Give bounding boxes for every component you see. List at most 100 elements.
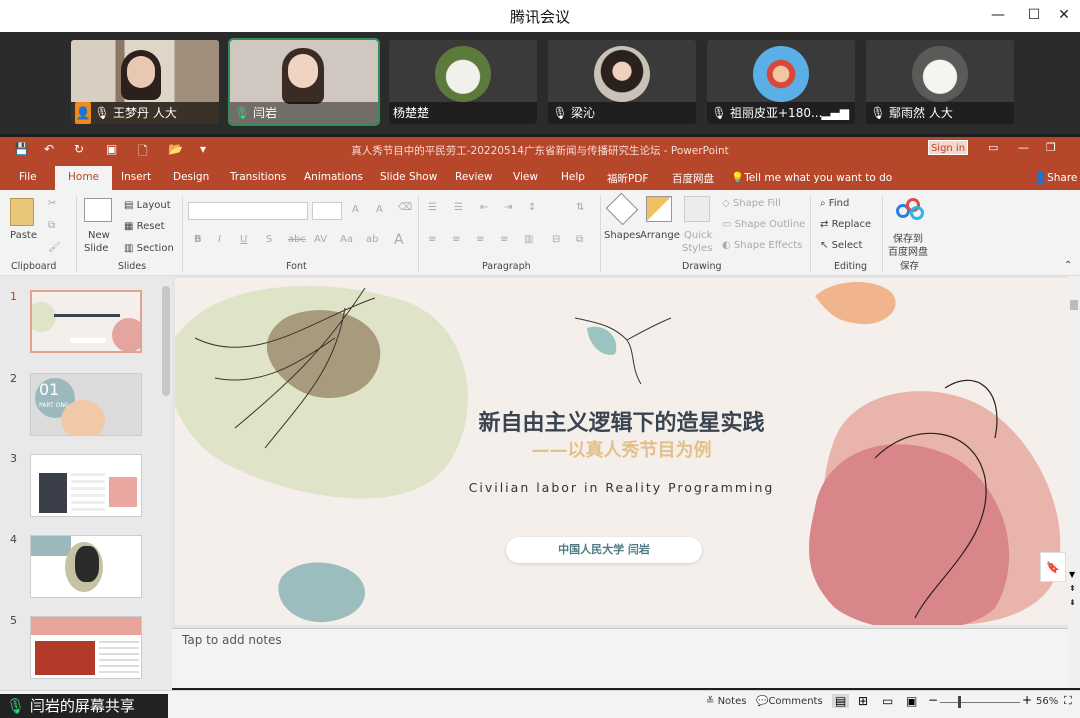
tab-foxit-pdf[interactable]: 福昕PDF bbox=[607, 171, 648, 186]
participant-tile[interactable]: 杨楚楚 bbox=[389, 40, 537, 124]
bold-icon[interactable]: B bbox=[194, 234, 202, 245]
increase-font-icon[interactable]: A bbox=[352, 204, 359, 215]
fit-to-window-icon[interactable]: ⛶ bbox=[1064, 694, 1072, 708]
decrease-indent-icon[interactable]: ⇤ bbox=[480, 202, 488, 213]
maximize-button[interactable]: ☐ bbox=[1022, 4, 1046, 26]
shadow-icon[interactable]: S bbox=[266, 234, 272, 245]
slide-thumbnail-5[interactable] bbox=[30, 616, 142, 679]
tab-baidu-netdisk[interactable]: 百度网盘 bbox=[672, 171, 714, 186]
thumbnails-scrollbar[interactable] bbox=[160, 276, 172, 690]
participant-tile[interactable]: 🎙 闫岩 bbox=[228, 38, 380, 126]
participant-tile[interactable]: 🎙 梁沁 bbox=[548, 40, 696, 124]
font-color-icon[interactable]: A bbox=[394, 232, 404, 248]
tab-review[interactable]: Review bbox=[455, 171, 492, 183]
underline-icon[interactable]: U bbox=[240, 234, 247, 245]
reset-button[interactable]: ▦ Reset bbox=[124, 221, 165, 232]
copy-icon[interactable]: ⧉ bbox=[48, 220, 55, 231]
tab-view[interactable]: View bbox=[513, 171, 538, 183]
normal-view-icon[interactable]: ▤ bbox=[832, 694, 850, 708]
align-center-icon[interactable]: ≡ bbox=[452, 234, 460, 245]
paste-icon[interactable] bbox=[10, 198, 34, 226]
new-slide-button[interactable]: New bbox=[88, 230, 110, 241]
text-direction-icon[interactable]: ⇅ bbox=[576, 202, 584, 213]
font-name-input[interactable] bbox=[188, 202, 308, 220]
arrange-button[interactable]: Arrange bbox=[640, 230, 680, 241]
zoom-slider[interactable] bbox=[940, 702, 1020, 703]
layout-button[interactable]: ▤ Layout bbox=[124, 200, 171, 211]
share-button[interactable]: 👤Share bbox=[1034, 171, 1077, 184]
tab-file[interactable]: File bbox=[19, 171, 37, 183]
prev-slide-icon[interactable]: ⇞ bbox=[1069, 584, 1076, 593]
minimize-button[interactable]: — bbox=[986, 4, 1010, 26]
ppt-restore-icon[interactable]: ❐ bbox=[1046, 141, 1056, 154]
tab-help[interactable]: Help bbox=[561, 171, 585, 183]
quick-styles-icon[interactable] bbox=[684, 196, 710, 222]
notes-pane[interactable]: Tap to add notes bbox=[172, 628, 1068, 688]
slide-thumbnail-3[interactable] bbox=[30, 454, 142, 517]
tab-home[interactable]: Home bbox=[55, 166, 113, 190]
columns-icon[interactable]: ▥ bbox=[524, 234, 533, 245]
shape-effects-button[interactable]: ◐ Shape Effects bbox=[722, 240, 802, 251]
tab-design[interactable]: Design bbox=[173, 171, 209, 183]
participant-tile[interactable]: 👤 🎙 王梦丹 人大 bbox=[71, 40, 219, 124]
replace-button[interactable]: ⇄ Replace bbox=[820, 219, 871, 230]
zoom-level[interactable]: 56% bbox=[1036, 696, 1058, 707]
shapes-icon[interactable] bbox=[605, 192, 639, 226]
font-size-input[interactable] bbox=[312, 202, 342, 220]
slide-thumbnail-1[interactable] bbox=[30, 290, 142, 353]
zoom-out-icon[interactable]: − bbox=[928, 693, 938, 707]
highlight-icon[interactable]: ab bbox=[366, 234, 378, 245]
slide-scrollbar[interactable]: ▼ ⇞ ⇟ bbox=[1068, 276, 1080, 688]
arrange-icon[interactable] bbox=[646, 196, 672, 222]
strikethrough-icon[interactable]: abc bbox=[288, 234, 306, 245]
bullets-icon[interactable]: ☰ bbox=[428, 202, 437, 213]
quick-styles-button[interactable]: Quick bbox=[684, 230, 712, 241]
shapes-button[interactable]: Shapes bbox=[604, 230, 641, 241]
tab-transitions[interactable]: Transitions bbox=[230, 171, 286, 183]
cut-icon[interactable]: ✂ bbox=[48, 198, 56, 209]
tab-slide-show[interactable]: Slide Show bbox=[380, 171, 437, 183]
decrease-font-icon[interactable]: A bbox=[376, 204, 383, 215]
participant-tile[interactable]: 🎙 鄢雨然 人大 bbox=[866, 40, 1014, 124]
shape-fill-button[interactable]: ◇ Shape Fill bbox=[722, 198, 781, 209]
numbering-icon[interactable]: ☰ bbox=[454, 202, 463, 213]
sign-in-button[interactable]: Sign in bbox=[928, 140, 968, 155]
align-text-icon[interactable]: ⊟ bbox=[552, 234, 560, 245]
shape-outline-button[interactable]: ▭ Shape Outline bbox=[722, 219, 805, 230]
slide-canvas[interactable]: 新自由主义逻辑下的造星实践 ——以真人秀节目为例 Civilian labor … bbox=[175, 278, 1068, 625]
section-button[interactable]: ▥ Section bbox=[124, 243, 174, 254]
char-spacing-icon[interactable]: AV bbox=[314, 234, 327, 245]
ribbon-display-icon[interactable]: ▭ bbox=[988, 141, 998, 154]
slideshow-view-icon[interactable]: ▣ bbox=[906, 694, 917, 708]
next-slide-icon[interactable]: ⇟ bbox=[1069, 598, 1076, 607]
tab-insert[interactable]: Insert bbox=[121, 171, 151, 183]
select-button[interactable]: ↖ Select bbox=[820, 240, 862, 251]
slide-sorter-icon[interactable]: ⊞ bbox=[858, 694, 868, 708]
increase-indent-icon[interactable]: ⇥ bbox=[504, 202, 512, 213]
smartart-icon[interactable]: ⧉ bbox=[576, 234, 583, 245]
clear-format-icon[interactable]: ⌫ bbox=[398, 202, 412, 213]
justify-icon[interactable]: ≡ bbox=[500, 234, 508, 245]
slide-thumbnail-4[interactable] bbox=[30, 535, 142, 598]
ppt-minimize-icon[interactable]: — bbox=[1018, 141, 1029, 154]
zoom-slider-thumb[interactable] bbox=[958, 696, 961, 708]
slide-thumbnail-2[interactable]: 01 PART ONE bbox=[30, 373, 142, 436]
tab-animations[interactable]: Animations bbox=[304, 171, 363, 183]
participant-tile[interactable]: 🎙 祖丽皮亚+180... ▂▄▆ bbox=[707, 40, 855, 124]
notes-toggle[interactable]: ≚ Notes bbox=[706, 696, 746, 707]
bookmark-icon[interactable]: 🔖 bbox=[1040, 552, 1066, 582]
align-left-icon[interactable]: ≡ bbox=[428, 234, 436, 245]
reading-view-icon[interactable]: ▭ bbox=[882, 694, 893, 708]
align-right-icon[interactable]: ≡ bbox=[476, 234, 484, 245]
tell-me-search[interactable]: 💡Tell me what you want to do bbox=[731, 171, 892, 184]
new-slide-icon[interactable] bbox=[84, 198, 112, 222]
zoom-in-icon[interactable]: + bbox=[1022, 693, 1032, 707]
close-button[interactable]: ✕ bbox=[1052, 4, 1076, 26]
italic-icon[interactable]: I bbox=[218, 234, 221, 245]
change-case-icon[interactable]: Aa bbox=[340, 234, 353, 245]
find-button[interactable]: ⌕ Find bbox=[820, 198, 849, 209]
collapse-ribbon-icon[interactable]: ⌃ bbox=[1064, 260, 1072, 271]
line-spacing-icon[interactable]: ↕ bbox=[528, 202, 536, 213]
scroll-down-icon[interactable]: ▼ bbox=[1069, 570, 1075, 579]
paste-button[interactable]: Paste bbox=[10, 230, 37, 241]
